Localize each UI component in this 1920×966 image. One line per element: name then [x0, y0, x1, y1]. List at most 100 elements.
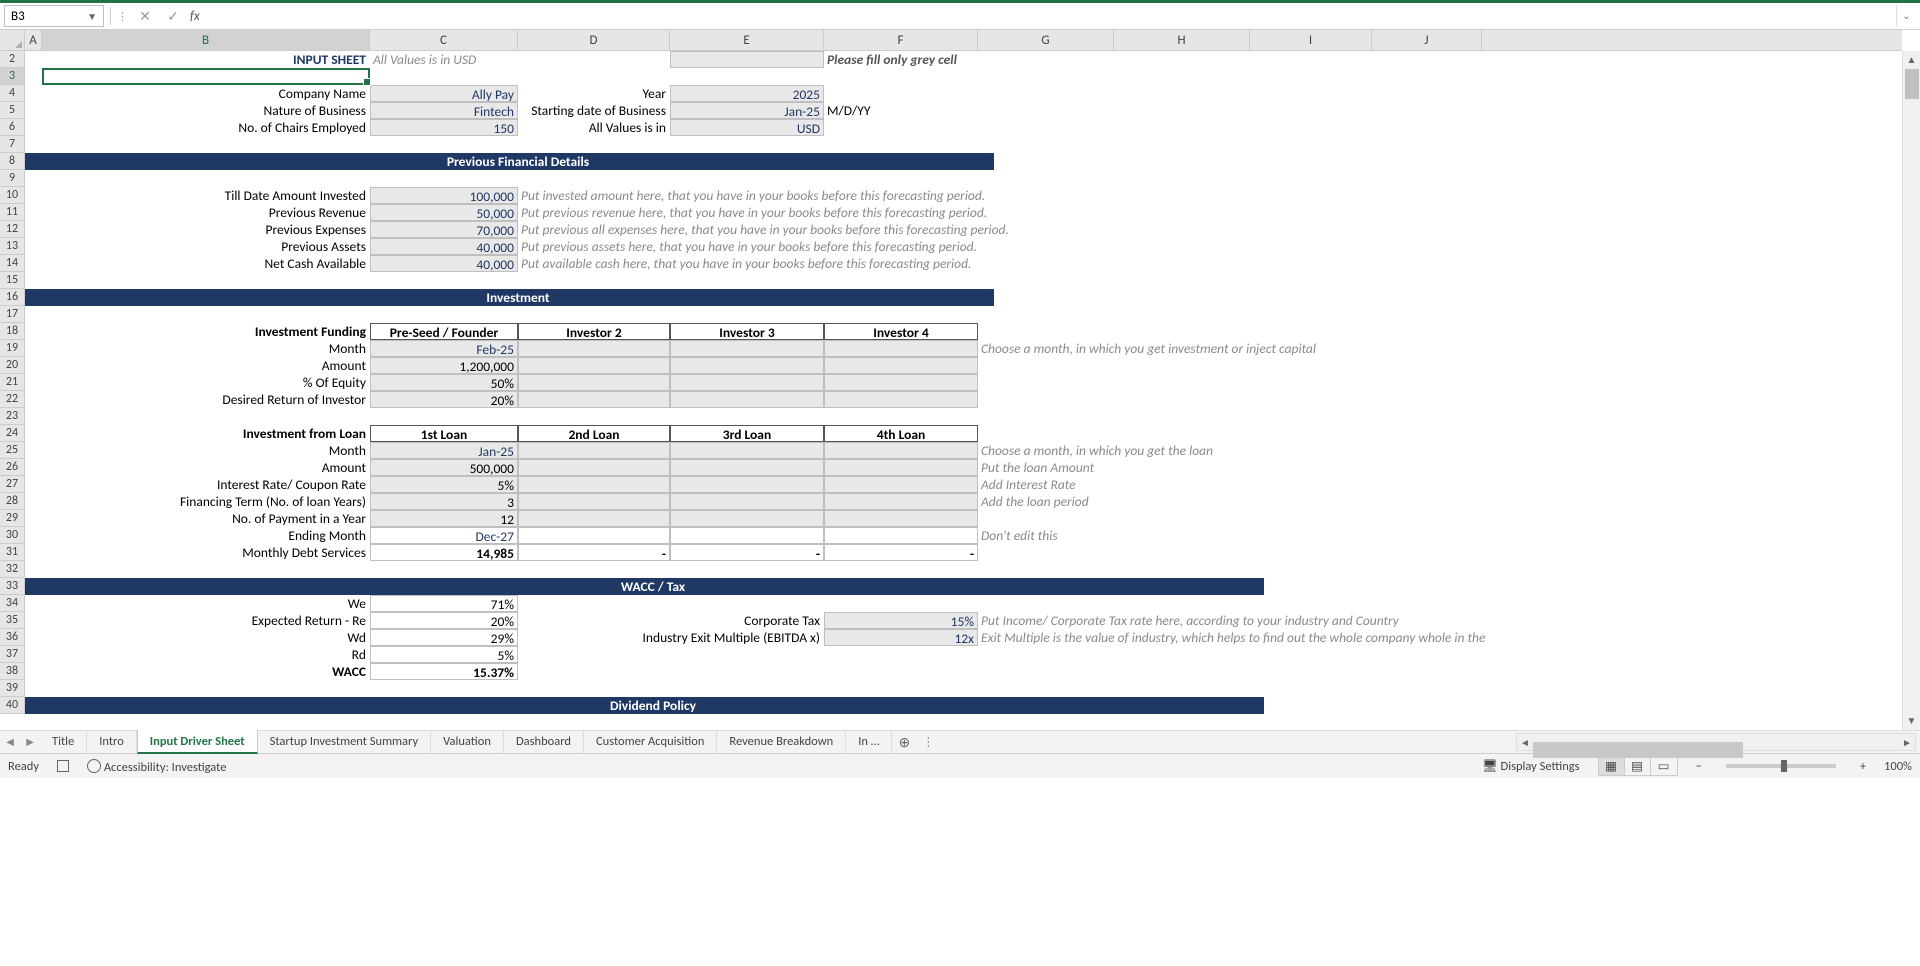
row-22[interactable]: 22: [0, 391, 25, 408]
cells[interactable]: INPUT SHEET All Values is in USD Please …: [25, 51, 1902, 730]
cell[interactable]: [25, 323, 42, 340]
cell[interactable]: [25, 544, 42, 561]
row-35[interactable]: 35: [0, 612, 25, 629]
funding-ret-val[interactable]: 20%: [370, 391, 518, 408]
loan-amount-val[interactable]: 500,000: [370, 459, 518, 476]
col-B[interactable]: B: [42, 30, 370, 50]
col-F[interactable]: F: [824, 30, 978, 50]
loan-dash[interactable]: -: [824, 544, 978, 561]
cell[interactable]: [25, 238, 42, 255]
row-13[interactable]: 13: [0, 238, 25, 255]
loan-term-val[interactable]: 3: [370, 493, 518, 510]
cell[interactable]: [518, 51, 670, 68]
col-E[interactable]: E: [670, 30, 824, 50]
tab-customer-acquisition[interactable]: Customer Acquisition: [584, 730, 717, 754]
cell[interactable]: [25, 561, 42, 578]
row-36[interactable]: 36: [0, 629, 25, 646]
prevfin-val[interactable]: 50,000: [370, 204, 518, 221]
loan-end-label[interactable]: Ending Month: [42, 527, 370, 544]
row-7[interactable]: 7: [0, 136, 25, 153]
start-date-label[interactable]: Starting date of Business: [518, 102, 670, 119]
cell[interactable]: [670, 476, 824, 493]
cell[interactable]: [670, 357, 824, 374]
zoom-out-button[interactable]: −: [1696, 759, 1702, 774]
zoom-thumb[interactable]: [1781, 760, 1787, 772]
cell[interactable]: [25, 442, 42, 459]
cell[interactable]: [25, 425, 42, 442]
col-G[interactable]: G: [978, 30, 1114, 50]
add-sheet-button[interactable]: ⊕: [892, 734, 916, 751]
row-6[interactable]: 6: [0, 119, 25, 136]
cell[interactable]: [25, 306, 42, 323]
cell[interactable]: [670, 51, 824, 68]
loan-npay-label[interactable]: No. of Payment in a Year: [42, 510, 370, 527]
display-settings-button[interactable]: 🖥 Display Settings: [1482, 759, 1580, 774]
cell[interactable]: [25, 629, 42, 646]
loan-dash[interactable]: -: [670, 544, 824, 561]
cell[interactable]: [25, 221, 42, 238]
funding-month-val[interactable]: Feb-25: [370, 340, 518, 357]
prevfin-note[interactable]: Put previous all expenses here, that you…: [518, 221, 1318, 238]
row-39[interactable]: 39: [0, 680, 25, 697]
scroll-left-icon[interactable]: ◄: [1517, 736, 1533, 749]
cell[interactable]: [25, 697, 42, 714]
zoom-in-button[interactable]: +: [1860, 759, 1866, 774]
all-values-in-val[interactable]: USD: [670, 119, 824, 136]
cell[interactable]: [25, 51, 42, 68]
loan-month-val[interactable]: Jan-25: [370, 442, 518, 459]
row-29[interactable]: 29: [0, 510, 25, 527]
prevfin-label[interactable]: Previous Expenses: [42, 221, 370, 238]
cell[interactable]: [518, 459, 670, 476]
row-3[interactable]: 3: [0, 68, 25, 85]
we-val[interactable]: 71%: [370, 595, 518, 612]
all-values-usd[interactable]: All Values is in USD: [370, 51, 518, 68]
prevfin-label[interactable]: Net Cash Available: [42, 255, 370, 272]
cell[interactable]: [25, 612, 42, 629]
row-24[interactable]: 24: [0, 425, 25, 442]
row-2[interactable]: 2: [0, 51, 25, 68]
cell[interactable]: [518, 476, 670, 493]
chairs-val[interactable]: 150: [370, 119, 518, 136]
prevfin-note[interactable]: Put previous assets here, that you have …: [518, 238, 1318, 255]
cell[interactable]: [518, 340, 670, 357]
scroll-down-icon[interactable]: ▼: [1903, 712, 1920, 730]
row-8[interactable]: 8: [0, 153, 25, 170]
cell[interactable]: [25, 68, 42, 85]
cell[interactable]: [25, 255, 42, 272]
loan-note[interactable]: Add the loan period: [978, 493, 1378, 510]
prevfin-label[interactable]: Previous Revenue: [42, 204, 370, 221]
cell[interactable]: [25, 85, 42, 102]
cell[interactable]: [824, 527, 978, 544]
row-23[interactable]: 23: [0, 408, 25, 425]
col-C[interactable]: C: [370, 30, 518, 50]
row-33[interactable]: 33: [0, 578, 25, 595]
prevfin-label[interactable]: Till Date Amount Invested: [42, 187, 370, 204]
wd-label[interactable]: Wd: [42, 629, 370, 646]
cell[interactable]: [25, 170, 42, 187]
cell[interactable]: [518, 527, 670, 544]
loan-col[interactable]: 4th Loan: [824, 425, 978, 442]
zoom-slider[interactable]: [1726, 764, 1836, 768]
cell[interactable]: [518, 612, 670, 629]
vertical-scrollbar[interactable]: ▲ ▼: [1902, 51, 1920, 730]
cell[interactable]: [25, 595, 42, 612]
expand-formula-bar-icon[interactable]: ⌄: [1896, 5, 1916, 27]
cell[interactable]: [42, 68, 370, 85]
row-25[interactable]: 25: [0, 442, 25, 459]
we-label[interactable]: We: [42, 595, 370, 612]
wd-val[interactable]: 29%: [370, 629, 518, 646]
tab-overflow-icon[interactable]: ⋮: [916, 735, 940, 750]
row-21[interactable]: 21: [0, 374, 25, 391]
re-val[interactable]: 20%: [370, 612, 518, 629]
cell[interactable]: [670, 391, 824, 408]
chairs-label[interactable]: No. of Chairs Employed: [42, 119, 370, 136]
cell[interactable]: [25, 459, 42, 476]
cell[interactable]: [824, 459, 978, 476]
prevfin-val[interactable]: 100,000: [370, 187, 518, 204]
cell[interactable]: [518, 374, 670, 391]
cell[interactable]: [25, 119, 42, 136]
exit-label[interactable]: Industry Exit Multiple (EBITDA x): [518, 629, 824, 646]
loan-note[interactable]: Don't edit this: [978, 527, 1378, 544]
loan-debt-label[interactable]: Monthly Debt Services: [42, 544, 370, 561]
row-28[interactable]: 28: [0, 493, 25, 510]
